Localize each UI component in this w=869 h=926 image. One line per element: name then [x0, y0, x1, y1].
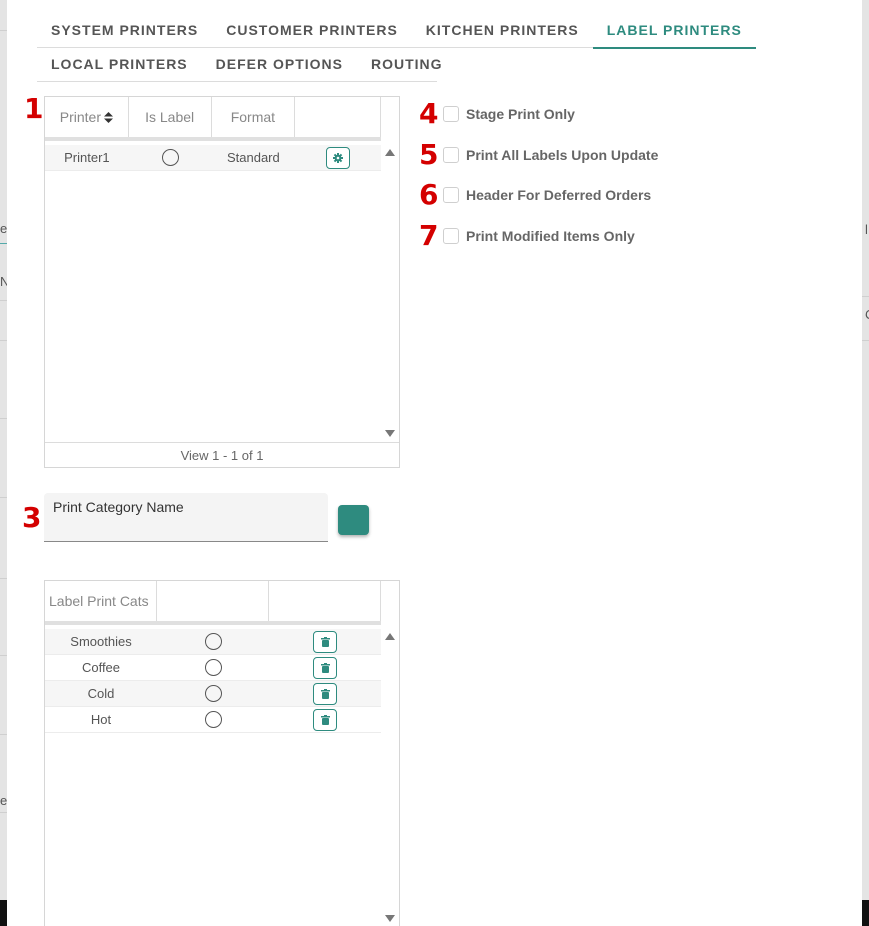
printer-name-cell: Printer1: [64, 150, 110, 165]
print-all-labels-checkbox[interactable]: [443, 147, 459, 163]
scroll-up-icon[interactable]: [385, 149, 395, 156]
printer-settings-button[interactable]: [326, 146, 351, 169]
tabs-row-secondary: LOCAL PRINTERS DEFER OPTIONS ROUTING: [37, 48, 442, 82]
background-bottom-bar: [0, 900, 7, 926]
print-modified-items-option[interactable]: Print Modified Items Only: [443, 228, 635, 244]
header-deferred-orders-checkbox[interactable]: [443, 187, 459, 203]
category-name-cell: Smoothies: [70, 634, 132, 649]
background-fragment: C: [865, 307, 869, 322]
scroll-down-icon[interactable]: [385, 430, 395, 437]
header-deferred-orders-option[interactable]: Header For Deferred Orders: [443, 187, 651, 203]
format-cell: Standard: [226, 150, 280, 165]
step-marker-6: 6: [419, 178, 439, 211]
printer-grid: Printer Is Label Format Printer1 Standar…: [44, 96, 400, 468]
print-category-name-input[interactable]: Print Category Name: [44, 493, 328, 542]
tab-routing[interactable]: ROUTING: [357, 48, 457, 82]
trash-icon: [320, 714, 330, 725]
category-name-cell: Coffee: [81, 660, 121, 675]
gear-icon: [333, 152, 344, 163]
tab-customer-printers[interactable]: CUSTOMER PRINTERS: [212, 14, 412, 48]
label-print-cats-grid: Label Print Cats Smoothies Coffee Cold H…: [44, 580, 400, 926]
action-cell: [295, 145, 381, 170]
print-all-labels-option[interactable]: Print All Labels Upon Update: [443, 147, 658, 163]
scroll-down-icon[interactable]: [385, 915, 395, 922]
table-row[interactable]: Cold: [45, 681, 381, 707]
step-marker-3: 3: [22, 501, 42, 534]
column-header-format: Format: [212, 97, 296, 137]
tab-local-printers[interactable]: LOCAL PRINTERS: [37, 48, 202, 82]
column-header-actions: [269, 581, 381, 621]
delete-category-button[interactable]: [313, 656, 337, 679]
column-header-label-print-cats[interactable]: Label Print Cats: [45, 581, 157, 621]
category-radio-cell: [157, 681, 269, 706]
label-print-cats-scrollbar[interactable]: [381, 625, 399, 926]
trash-icon: [320, 636, 330, 647]
tab-system-printers[interactable]: SYSTEM PRINTERS: [37, 14, 212, 48]
step-marker-4: 4: [419, 97, 439, 130]
trash-icon: [320, 662, 330, 673]
label-printers-dialog: SYSTEM PRINTERS CUSTOMER PRINTERS KITCHE…: [7, 0, 862, 926]
column-header-is-label: Is Label: [129, 97, 212, 137]
delete-category-button[interactable]: [313, 708, 337, 731]
background-right-edge: l C: [862, 0, 869, 926]
sort-updown-icon: [103, 111, 113, 123]
delete-category-button[interactable]: [313, 630, 337, 653]
printer-grid-header: Printer Is Label Format: [45, 97, 381, 141]
tab-label-printers[interactable]: LABEL PRINTERS: [592, 14, 756, 49]
stage-print-only-checkbox[interactable]: [443, 106, 459, 122]
category-radio[interactable]: [204, 685, 222, 702]
table-row[interactable]: Printer1 Standard: [45, 145, 381, 171]
category-radio-cell: [157, 629, 269, 654]
category-radio[interactable]: [204, 659, 222, 676]
category-name-cell: Hot: [90, 712, 112, 727]
table-row[interactable]: Hot: [45, 707, 381, 733]
print-modified-items-checkbox[interactable]: [443, 228, 459, 244]
category-action-cell: [269, 681, 381, 706]
tabs-row-primary: SYSTEM PRINTERS CUSTOMER PRINTERS KITCHE…: [37, 14, 756, 49]
column-header-actions: [295, 97, 381, 137]
is-label-cell: [129, 145, 212, 170]
delete-category-button[interactable]: [313, 682, 337, 705]
trash-icon: [320, 688, 330, 699]
print-all-labels-label: Print All Labels Upon Update: [466, 147, 659, 163]
column-header-printer[interactable]: Printer: [45, 97, 129, 137]
category-radio-cell: [157, 655, 269, 680]
background-fragment: er: [0, 221, 7, 236]
is-label-radio[interactable]: [161, 149, 179, 166]
category-radio-cell: [157, 707, 269, 732]
label-print-cats-header: Label Print Cats: [45, 581, 381, 625]
step-marker-1: 1: [24, 92, 44, 125]
background-fragment: l: [865, 222, 868, 237]
background-bottom-bar: [862, 900, 869, 926]
printer-grid-scrollbar[interactable]: [381, 141, 399, 467]
print-modified-items-label: Print Modified Items Only: [466, 228, 635, 244]
table-row[interactable]: Smoothies: [45, 629, 381, 655]
stage-print-only-label: Stage Print Only: [466, 106, 575, 122]
category-name-cell: Cold: [87, 686, 115, 701]
background-fragment: N: [0, 274, 7, 289]
step-marker-7: 7: [419, 219, 439, 252]
table-row[interactable]: Coffee: [45, 655, 381, 681]
background-fragment: ea: [0, 793, 7, 808]
background-left-edge: er N ea: [0, 0, 7, 926]
scroll-up-icon[interactable]: [385, 633, 395, 640]
column-header-printer-label: Printer: [59, 109, 101, 125]
category-action-cell: [269, 707, 381, 732]
category-action-cell: [269, 655, 381, 680]
category-radio[interactable]: [204, 633, 222, 650]
header-deferred-orders-label: Header For Deferred Orders: [466, 187, 652, 203]
tab-defer-options[interactable]: DEFER OPTIONS: [202, 48, 357, 82]
print-category-name-label: Print Category Name: [53, 499, 184, 515]
add-category-button[interactable]: [338, 505, 369, 535]
tab-kitchen-printers[interactable]: KITCHEN PRINTERS: [412, 14, 593, 48]
category-radio[interactable]: [204, 711, 222, 728]
stage-print-only-option[interactable]: Stage Print Only: [443, 106, 575, 122]
category-action-cell: [269, 629, 381, 654]
column-header-blank: [157, 581, 269, 621]
step-marker-5: 5: [419, 138, 439, 171]
printer-grid-footer: View 1 - 1 of 1: [45, 442, 399, 467]
